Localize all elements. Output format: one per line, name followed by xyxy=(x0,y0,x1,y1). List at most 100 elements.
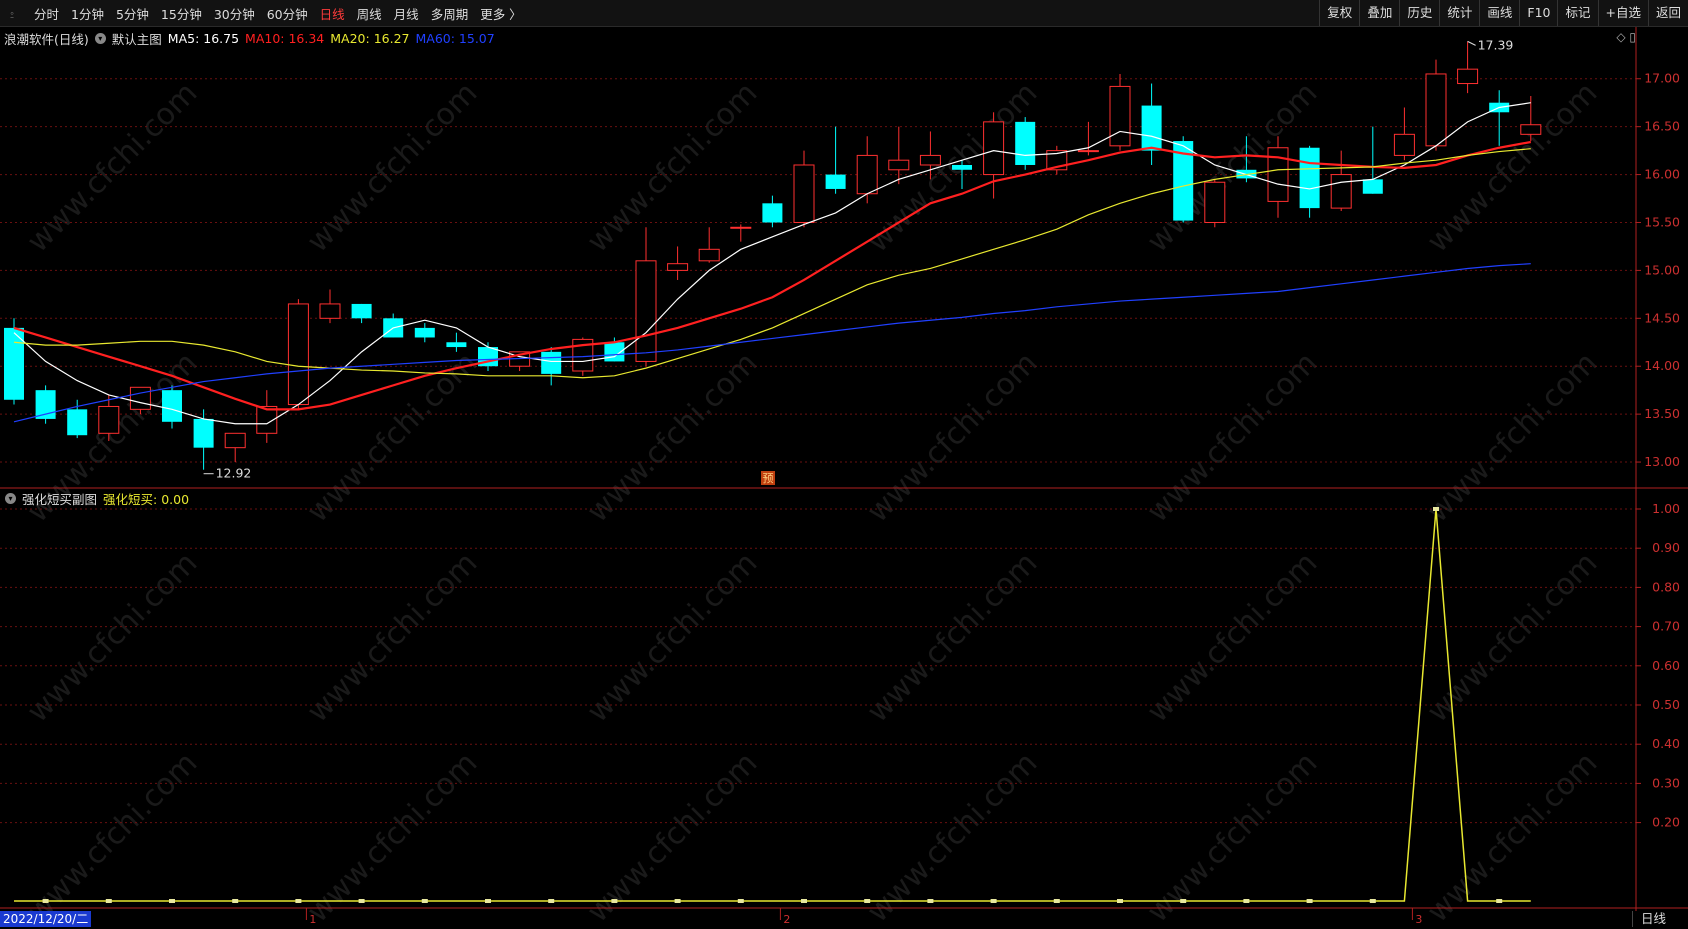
value-tick-label: 0.30 xyxy=(1652,775,1680,790)
period-tab-3[interactable]: 15分钟 xyxy=(155,4,208,23)
period-tab-4[interactable]: 30分钟 xyxy=(208,4,261,23)
value-tick-label: 0.60 xyxy=(1652,658,1680,673)
candle-body xyxy=(446,342,467,348)
candle-body xyxy=(541,351,562,374)
tool-button-8[interactable]: 返回 xyxy=(1647,0,1688,26)
template-dropdown-icon[interactable]: ▾ xyxy=(94,32,106,44)
chart-canvas[interactable]: 13.00 13.50 14.00 14.50 15.00 15.50 16.00 16.50… xyxy=(0,0,1688,927)
indicator-point xyxy=(990,899,997,903)
stock-title[interactable]: 浪潮软件(日线) xyxy=(4,29,89,48)
candle-body xyxy=(888,159,910,171)
candle-body xyxy=(224,432,246,449)
candle-body xyxy=(730,226,752,229)
chart-frames: 1 2 3 xyxy=(0,26,1688,926)
indicator-point xyxy=(421,899,428,903)
candle-body xyxy=(1299,147,1320,209)
tool-button-2[interactable]: 历史 xyxy=(1399,0,1439,26)
price-tick-label: 16.50 xyxy=(1644,119,1680,134)
candle xyxy=(1457,41,1479,94)
candle-body xyxy=(1393,133,1415,156)
candle-body xyxy=(825,174,846,189)
value-tick-label: 0.40 xyxy=(1652,736,1680,751)
indicator-point xyxy=(1243,899,1250,903)
period-tab-9[interactable]: 多周期 xyxy=(425,4,475,23)
candle xyxy=(319,289,341,324)
candle-body xyxy=(1015,121,1036,165)
period-tab-0[interactable]: 分时 xyxy=(28,4,65,23)
candle-body xyxy=(762,203,783,223)
period-tab-7[interactable]: 周线 xyxy=(351,4,388,23)
period-tabs: 分时 1分钟 5分钟 15分钟 30分钟 60分钟 日线 周线 月线 多周期 更多 〉 xyxy=(28,0,528,26)
candle xyxy=(1015,117,1036,170)
forecast-marker[interactable]: 预 xyxy=(761,471,775,485)
tool-button-6[interactable]: 标记 xyxy=(1557,0,1597,26)
price-tick-label: 14.00 xyxy=(1644,358,1680,373)
candle xyxy=(414,323,435,343)
month-tick-label: 2 xyxy=(783,913,790,926)
candle xyxy=(1046,145,1068,175)
sub-chart-grid xyxy=(0,508,1636,824)
sub-chart-value: 强化短买: 0.00 xyxy=(103,491,190,507)
tool-button-3[interactable]: 统计 xyxy=(1439,0,1479,26)
indicator-point xyxy=(42,899,49,903)
candle-body xyxy=(952,164,972,170)
value-tick-label: 0.90 xyxy=(1652,540,1680,555)
ma-line-ma60 xyxy=(13,263,1531,423)
candle-body xyxy=(793,164,815,223)
indicator-point xyxy=(548,899,555,903)
indicator-point xyxy=(801,899,807,903)
sub-chart-info: ▾ 强化短买副图 强化短买: 0.00 xyxy=(0,488,195,508)
tool-button-1[interactable]: 叠加 xyxy=(1359,0,1399,26)
period-tab-6[interactable]: 日线 xyxy=(314,4,351,23)
indicator-point xyxy=(1433,507,1439,511)
indicator-point xyxy=(1369,899,1376,903)
sub-chart-title[interactable]: 强化短买副图 xyxy=(22,489,97,508)
template-name[interactable]: 默认主图 xyxy=(112,29,162,48)
value-tick-label: 0.80 xyxy=(1652,579,1680,594)
period-tab-1[interactable]: 1分钟 xyxy=(65,4,110,23)
candle-body xyxy=(1520,124,1542,135)
sub-template-dropdown-icon[interactable]: ▾ xyxy=(5,492,16,504)
candle xyxy=(1109,73,1131,151)
tool-button-4[interactable]: 画线 xyxy=(1479,0,1519,26)
indicator-point xyxy=(737,899,744,903)
main-chart-info: 浪潮软件(日线) ▾ 默认主图 MA5: 16.75 MA10: 16.34 M… xyxy=(0,28,501,48)
candle xyxy=(287,299,309,410)
indicator-point xyxy=(169,899,175,903)
candle xyxy=(1362,126,1383,194)
period-status[interactable]: 日线 xyxy=(1631,911,1688,927)
chart-corner-icons[interactable]: ◇ ▯ xyxy=(1616,30,1636,44)
candle xyxy=(1425,59,1447,151)
month-tick-label: 1 xyxy=(309,913,316,926)
candle-body xyxy=(1077,150,1099,153)
indicator-point xyxy=(232,899,239,903)
candle-body xyxy=(1362,179,1383,194)
candle-body xyxy=(319,303,341,319)
tool-button-7[interactable]: +自选 xyxy=(1597,0,1648,26)
candle xyxy=(351,303,372,324)
candle xyxy=(1489,90,1510,146)
period-tab-2[interactable]: 5分钟 xyxy=(110,4,155,23)
candle xyxy=(1299,145,1320,218)
candle xyxy=(888,126,910,185)
indicator-point xyxy=(674,899,681,903)
candle-body xyxy=(351,303,372,319)
candle xyxy=(162,385,182,429)
candle xyxy=(541,347,562,386)
indicator-point xyxy=(295,899,302,903)
period-tab-5[interactable]: 60分钟 xyxy=(261,4,314,23)
candle-body xyxy=(1330,174,1352,209)
candle xyxy=(1330,150,1352,211)
indicator-point xyxy=(1496,899,1503,903)
tool-button-0[interactable]: 复权 xyxy=(1319,0,1359,26)
period-tab-10[interactable]: 更多 〉 xyxy=(474,4,527,23)
candle xyxy=(256,390,278,443)
candle-body xyxy=(1425,73,1447,147)
candle-body xyxy=(1109,85,1131,147)
indicator-point xyxy=(864,899,871,903)
period-tab-8[interactable]: 月线 xyxy=(388,4,425,23)
candle-body xyxy=(193,418,214,448)
tool-button-5[interactable]: F10 xyxy=(1519,0,1557,26)
candle-body xyxy=(1267,147,1289,202)
toolbar-menu-icon[interactable]: ⍛ xyxy=(0,0,24,26)
